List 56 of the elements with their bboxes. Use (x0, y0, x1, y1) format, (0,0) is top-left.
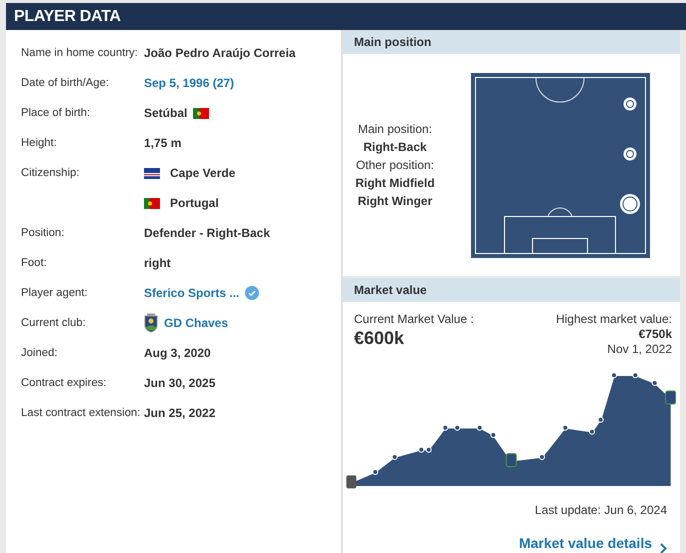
field-label: Height: (21, 136, 57, 151)
field-value: Setúbal (144, 106, 188, 120)
chart-point (392, 454, 398, 460)
section-header: Market value (343, 278, 680, 302)
chart-point (598, 416, 604, 423)
chart-point (476, 424, 483, 431)
field-value: Cape Verde (170, 166, 236, 180)
field-label: Place of birth: (21, 106, 90, 121)
flag-icon (144, 168, 160, 178)
field-label: Foot: (21, 256, 47, 271)
position-label: Other position: (356, 157, 434, 174)
other-position: Right Winger (358, 193, 432, 210)
field-value: Defender - Right-Back (144, 226, 270, 240)
field-value: Aug 3, 2020 (144, 346, 211, 360)
chart-point (589, 428, 595, 435)
chevron-icon (660, 543, 667, 553)
current-value-label: Current Market Value : (354, 312, 474, 326)
chart-point (652, 380, 658, 386)
market-value-details-link[interactable]: Market value details (518, 531, 667, 553)
chart-point (454, 424, 460, 431)
field-value: right (144, 256, 171, 270)
field-value: Jun 25, 2022 (144, 406, 216, 420)
section-header: Main position (343, 30, 680, 54)
field-value: Portugal (170, 196, 219, 210)
club-link[interactable]: GD Chaves (164, 316, 228, 330)
other-position: Right Midfield (355, 175, 435, 192)
field-value: Jun 30, 2025 (144, 376, 216, 390)
field-label: Player agent: (21, 286, 88, 301)
section-title: PLAYER DATA (6, 3, 686, 30)
last-update: Last update: Jun 6, 2024 (534, 503, 667, 517)
flag-icon (193, 108, 210, 118)
field-label: Name in home country: (21, 46, 138, 61)
field-label: Position: (21, 226, 64, 241)
value-link[interactable]: Sep 5, 1996 (27) (144, 76, 234, 90)
position-label: Main position: (358, 121, 432, 138)
field-label: Last contract extension: (21, 406, 140, 421)
field-label: Current club: (21, 316, 86, 331)
main-position: Right-Back (363, 139, 427, 156)
field-label: Contract expires: (21, 376, 106, 391)
chart-point (539, 454, 545, 460)
agent-link[interactable]: Sferico Sports ... (144, 286, 240, 300)
highest-value: €750k (638, 327, 672, 342)
highest-value-date: Nov 1, 2022 (607, 342, 672, 357)
field-label: Citizenship: (21, 166, 80, 181)
chart-point (442, 424, 448, 431)
chart-point (372, 469, 378, 475)
field-value: João Pedro Araújo Correia (144, 46, 296, 60)
highest-value-label: Highest market value: (556, 312, 672, 327)
current-value: €600k (354, 328, 406, 349)
field-label: Joined: (21, 346, 58, 361)
flag-icon (144, 198, 160, 208)
chart-point (562, 424, 568, 431)
verified-icon (245, 286, 260, 300)
field-label: Date of birth/Age: (21, 76, 109, 91)
chart-point (490, 432, 496, 438)
field-value: 1,75 m (144, 136, 182, 150)
